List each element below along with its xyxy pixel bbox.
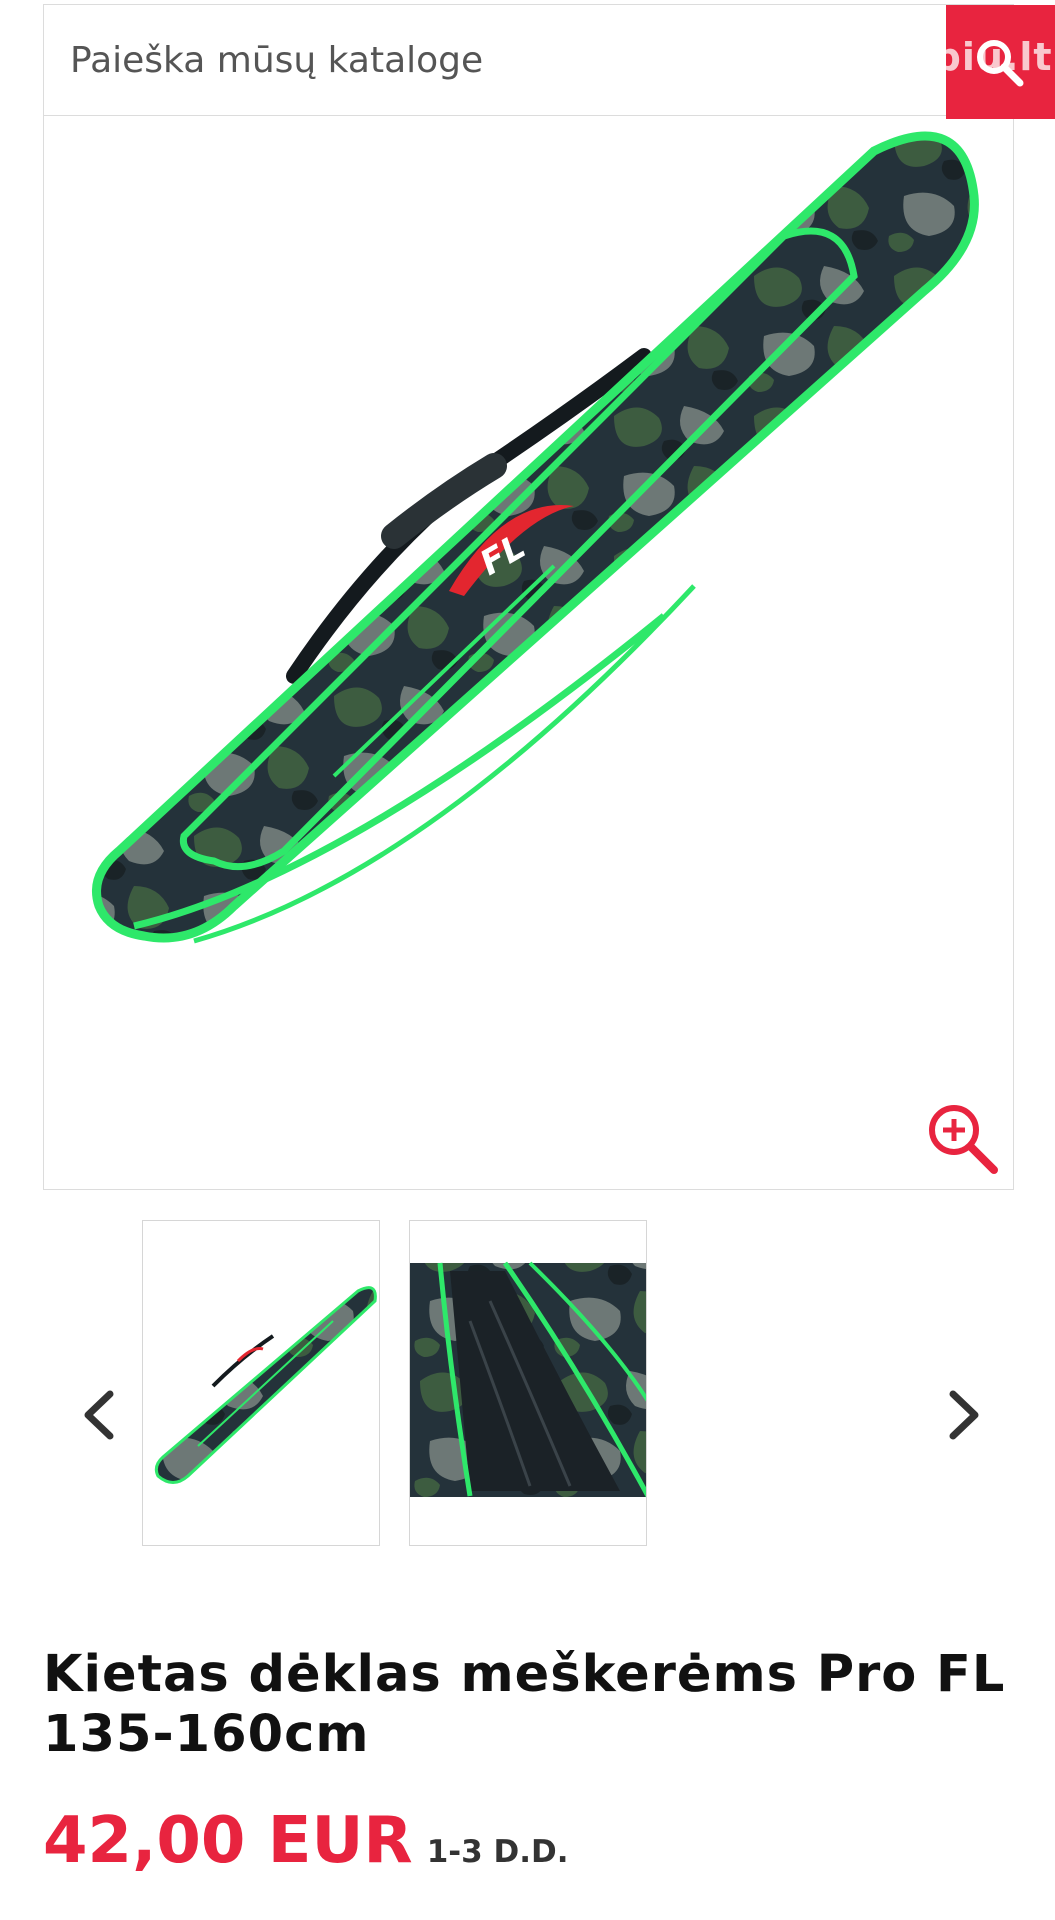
product-main-image[interactable]: FL xyxy=(43,116,1014,1190)
zoom-button[interactable] xyxy=(924,1100,1004,1180)
search-icon xyxy=(977,40,1024,87)
search-input[interactable] xyxy=(44,5,904,115)
thumbnail-bag-image xyxy=(154,1286,377,1484)
search-button[interactable] xyxy=(946,5,1055,119)
thumbnail-1[interactable] xyxy=(142,1220,380,1546)
search-bar: skelbiu.lt xyxy=(43,4,1055,119)
delivery-time: 1-3 D.D. xyxy=(426,1834,569,1870)
chevron-left-icon xyxy=(84,1390,114,1440)
product-title: Kietas dėklas meškerėms Pro FL 135-160cm xyxy=(43,1645,1006,1764)
price-row: 42,00 EUR 1-3 D.D. xyxy=(43,1804,569,1878)
zoom-in-icon xyxy=(929,1105,998,1174)
thumbnail-2[interactable] xyxy=(409,1220,647,1546)
thumbnail-bag-open-image xyxy=(410,1261,646,1498)
rod-bag-image: FL xyxy=(92,131,979,944)
thumbnail-prev-button[interactable] xyxy=(68,1380,128,1450)
thumbnail-next-button[interactable] xyxy=(935,1380,995,1450)
product-price: 42,00 EUR xyxy=(43,1804,413,1878)
chevron-right-icon xyxy=(949,1390,979,1440)
